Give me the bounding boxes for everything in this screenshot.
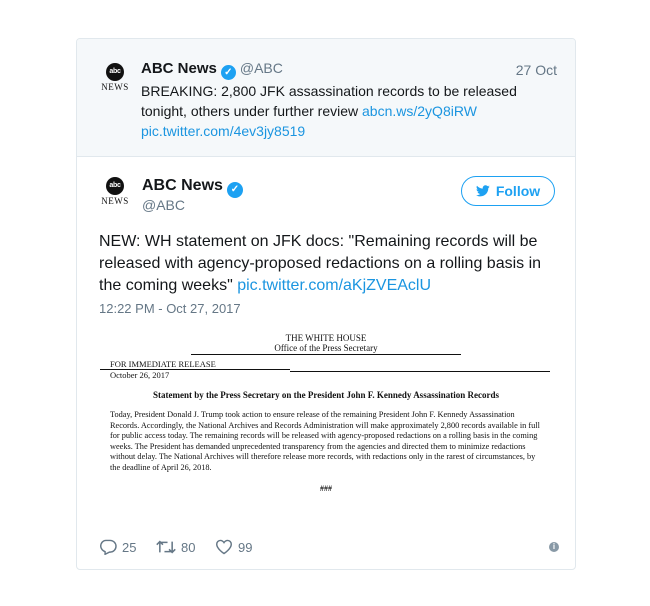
like-count: 99 [238,539,253,555]
retweet-icon [156,540,176,554]
quoted-date[interactable]: 27 Oct [516,62,557,78]
reply-count: 25 [122,539,137,555]
retweet-count: 80 [181,539,196,555]
retweet-button[interactable]: 80 [156,539,195,555]
tweet-author-handle[interactable]: @ABC [142,197,185,213]
quoted-author-name[interactable]: ABC News [141,60,217,77]
tweet-link-pic[interactable]: pic.twitter.com/aKjZVEAclU [237,277,431,294]
quoted-link-pic[interactable]: pic.twitter.com/4ev3jy8519 [141,123,305,139]
abc-globe-icon: abc [106,177,124,195]
tweet-timestamp[interactable]: 12:22 PM - Oct 27, 2017 [99,301,241,316]
quoted-text: BREAKING: 2,800 JFK assassination record… [141,81,561,141]
reply-button[interactable]: 25 [99,539,136,555]
tweet-card: abc NEWS ABC News ✓ @ABC 27 Oct BREAKING: … [76,38,576,570]
doc-title: Statement by the Press Secretary on the … [153,390,499,400]
doc-release-label: FOR IMMEDIATE RELEASE [100,359,290,370]
tweet-text: NEW: WH statement on JFK docs: "Remainin… [99,231,555,297]
doc-header-line1: THE WHITE HOUSE [285,333,367,343]
doc-rule [290,371,550,372]
twitter-bird-icon [475,185,490,197]
abc-globe-icon: abc [106,63,124,81]
follow-label: Follow [495,183,541,199]
info-icon[interactable]: i [549,542,559,552]
tweet-actions: 25 80 99 i [99,539,559,559]
like-button[interactable]: 99 [215,539,252,555]
news-wordmark: NEWS [101,196,129,206]
abc-news-avatar[interactable]: abc NEWS [100,177,130,206]
verified-badge-icon: ✓ [220,65,236,80]
quoted-tweet[interactable]: abc NEWS ABC News ✓ @ABC 27 Oct BREAKING: … [77,39,575,157]
doc-end-mark: ### [320,483,332,493]
quoted-link-article[interactable]: abcn.ws/2yQ8iRW [362,103,477,119]
like-heart-icon [215,539,233,555]
reply-icon [99,539,117,555]
quoted-author[interactable]: ABC News ✓ @ABC [141,60,283,80]
tweet-author[interactable]: ABC News ✓ [142,177,243,198]
verified-badge-icon: ✓ [226,182,243,198]
tweet-author-name[interactable]: ABC News [142,177,223,194]
quoted-author-handle[interactable]: @ABC [240,60,283,76]
follow-button[interactable]: Follow [461,176,555,206]
press-release-image[interactable]: THE WHITE HOUSE Office of the Press Secr… [100,333,552,519]
doc-body: Today, President Donald J. Trump took ac… [110,410,540,472]
news-wordmark: NEWS [101,82,129,92]
abc-news-logo[interactable]: abc NEWS [100,63,130,92]
doc-header-line2: Office of the Press Secretary [191,343,461,355]
